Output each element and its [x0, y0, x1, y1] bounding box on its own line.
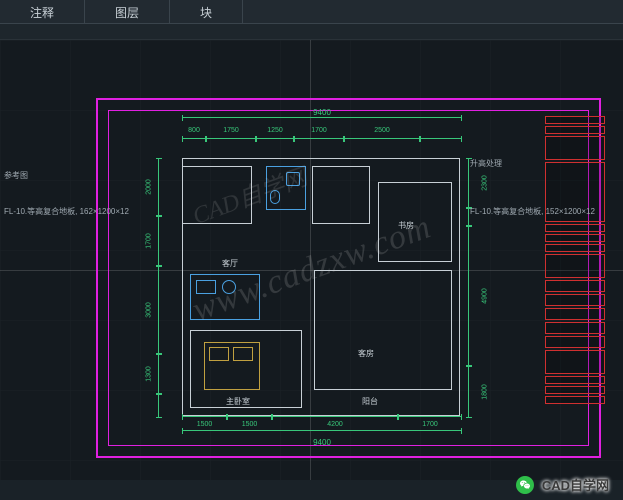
fixture-counter: [196, 280, 216, 294]
room-label-balcony: 阳台: [362, 396, 378, 407]
ribbon-substrip: [0, 24, 623, 40]
dimension-label: 1300: [145, 366, 152, 382]
dimension-segment: 1700: [398, 416, 462, 422]
dimension-line: [182, 430, 462, 436]
dimension-segment: 1250: [256, 138, 294, 144]
dimension-segment: 2500: [344, 138, 420, 144]
room-label-study: 书房: [398, 220, 414, 231]
titleblock-cell: [545, 294, 605, 306]
wall-study: [378, 182, 452, 262]
dimension-segment: 1500: [182, 416, 227, 422]
ribbon-tab-annotate[interactable]: 注释: [0, 0, 85, 23]
dimension-label: 1500: [182, 421, 227, 428]
dimension-segment: 1300: [158, 354, 164, 394]
ribbon-tab-more[interactable]: [243, 0, 623, 23]
wall-living: [314, 270, 452, 390]
dimension-label: 1700: [398, 421, 462, 428]
dimension-label: 2300: [481, 175, 488, 191]
titleblock-cell: [545, 376, 605, 384]
dimension-label: 4200: [272, 421, 398, 428]
annotation-left-2: FL-10.等高复合地板, 162×1200×12: [4, 206, 129, 217]
dimension-top-segments: 8001750125017002500: [182, 138, 462, 144]
dimension-label: 3000: [145, 302, 152, 318]
titleblock-project-cell: [545, 136, 605, 160]
fixture-sink: [286, 172, 300, 186]
furniture-pillow: [233, 347, 253, 361]
dimension-bottom-overall: 9400: [182, 430, 462, 447]
dimension-label: 1250: [256, 127, 294, 134]
wall-room-ul: [182, 166, 252, 224]
titleblock-cell: [545, 308, 605, 320]
dimension-label: 2000: [145, 179, 152, 195]
dimension-top-overall: 9400: [182, 122, 462, 123]
dimension-label: 800: [182, 127, 206, 134]
room-label-master: 主卧室: [226, 396, 250, 407]
dimension-segment: 4200: [272, 416, 398, 422]
dimension-line: [182, 117, 462, 123]
dimension-segment: 1500: [227, 416, 272, 422]
titleblock-cell: [545, 322, 605, 334]
annotation-elev: 升高处理: [470, 158, 502, 169]
room-label-living: 客厅: [222, 258, 238, 269]
titleblock-cell: [545, 234, 605, 242]
dimension-segment: 4900: [468, 226, 474, 366]
wall-room-um: [312, 166, 370, 224]
titleblock-cell: [545, 396, 605, 404]
dimension-bottom-segments: 1500150042001700: [182, 416, 462, 422]
dimension-segment: 1750: [206, 138, 256, 144]
dimension-segment: [158, 394, 164, 418]
dimension-segment: 1800: [468, 366, 474, 418]
fixture-stove: [222, 280, 236, 294]
dimension-segment: 2000: [158, 158, 164, 216]
dimension-right-segments: 230049001800: [468, 158, 478, 418]
title-block: [545, 116, 605, 436]
dimension-label: 1750: [206, 127, 256, 134]
titleblock-cell: [545, 386, 605, 394]
annotation-left-1: 参考图: [4, 170, 28, 181]
titleblock-cell: [545, 254, 605, 278]
titleblock-cell: [545, 336, 605, 348]
dimension-segment: 1700: [294, 138, 344, 144]
annotation-right: FL-10.等高复合地板, 152×1200×12: [470, 206, 595, 217]
dimension-label: 2500: [344, 127, 420, 134]
ribbon-tab-block[interactable]: 块: [170, 0, 243, 23]
dimension-label: 4900: [481, 288, 488, 304]
dimension-label: 1500: [227, 421, 272, 428]
dimension-label: 9400: [182, 438, 462, 447]
wechat-icon: [516, 476, 534, 494]
ribbon-tab-layers[interactable]: 图层: [85, 0, 170, 23]
furniture-pillow: [209, 347, 229, 361]
titleblock-cell: [545, 224, 605, 232]
drawing-canvas[interactable]: 9400 8001750125017002500 200017003000130…: [0, 40, 623, 480]
titleblock-cell: [545, 116, 605, 124]
fixture-toilet: [270, 190, 280, 204]
dimension-segment: 3000: [158, 266, 164, 354]
room-label-secondbed: 客房: [358, 348, 374, 359]
dimension-left-segments: 2000170030001300: [158, 158, 168, 418]
floor-plan: 书房 客厅 客房 主卧室 阳台: [182, 158, 462, 428]
furniture-bed: [204, 342, 260, 390]
titleblock-cell: [545, 350, 605, 374]
source-caption: CAD自学网: [516, 475, 609, 494]
dimension-label: 1800: [481, 384, 488, 400]
dimension-label: 1700: [294, 127, 344, 134]
titleblock-cell: [545, 280, 605, 292]
dimension-label: 1700: [145, 233, 152, 249]
dimension-label: 9400: [182, 108, 462, 117]
dimension-segment: 1700: [158, 216, 164, 266]
titleblock-cell: [545, 126, 605, 134]
dimension-segment: 800: [182, 138, 206, 144]
source-caption-text: CAD自学网: [542, 475, 609, 494]
ribbon-tabs: 注释 图层 块: [0, 0, 623, 24]
dimension-segment: [420, 138, 462, 144]
titleblock-cell: [545, 244, 605, 252]
